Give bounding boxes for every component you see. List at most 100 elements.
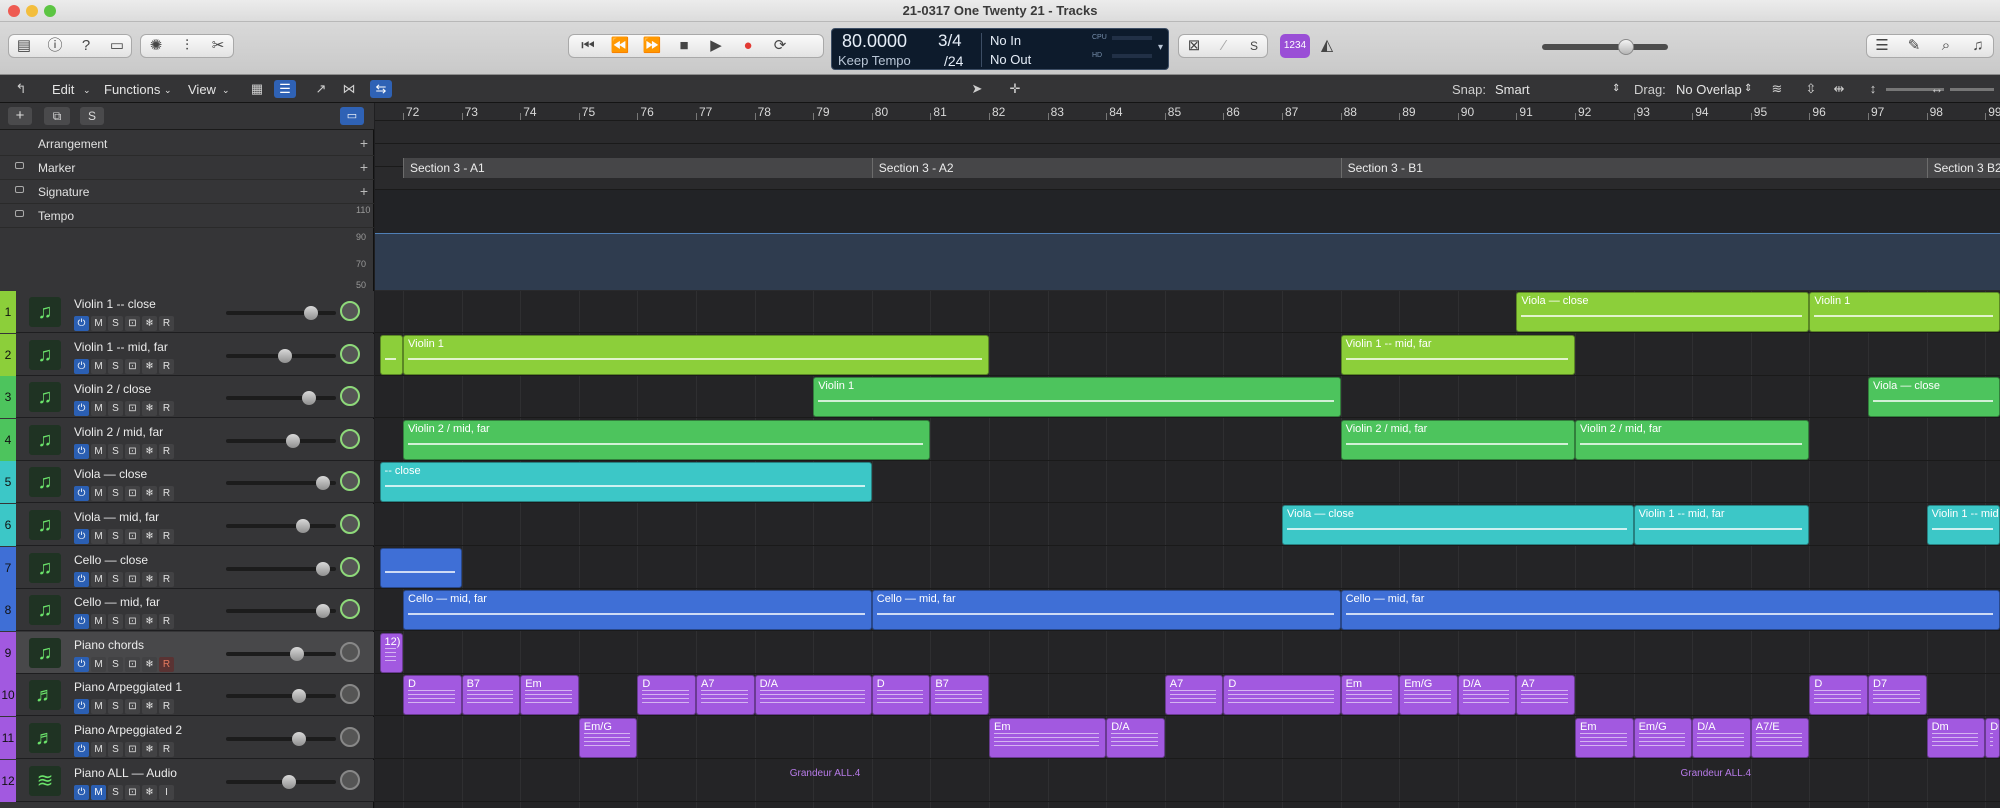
horizontal-zoom-slider[interactable]: [1950, 88, 1994, 91]
track-name[interactable]: Piano Arpeggiated 2: [74, 723, 182, 737]
freeze-icon[interactable]: ❄: [142, 571, 157, 587]
waveform-icon[interactable]: ≋: [29, 765, 61, 796]
duplicate-track-icon[interactable]: ⧉: [44, 107, 70, 125]
region[interactable]: [379, 547, 462, 588]
play-icon[interactable]: ▶: [701, 35, 731, 57]
region[interactable]: [379, 334, 403, 375]
solo-button[interactable]: S: [108, 784, 123, 800]
track-header[interactable]: 9 ♫ Piano chords ⏻ M S ⊡ ❄ R: [0, 631, 374, 674]
track-name[interactable]: Cello — mid, far: [74, 595, 160, 609]
lock-icon[interactable]: [15, 210, 24, 217]
freeze-icon[interactable]: ❄: [142, 401, 157, 417]
power-icon[interactable]: ⏻: [74, 614, 89, 630]
toolbar-icon[interactable]: ▭: [102, 35, 132, 57]
record-icon[interactable]: ●: [733, 35, 763, 57]
track-header[interactable]: 1 ♫ Violin 1 -- close ⏻ M S ⊡ ❄ R: [0, 291, 374, 333]
power-icon[interactable]: ⏻: [74, 699, 89, 715]
volume-knob[interactable]: [296, 519, 310, 533]
volume-slider[interactable]: [226, 433, 336, 448]
global-tracks-toggle-icon[interactable]: ▭: [340, 107, 364, 125]
power-icon[interactable]: ⏻: [74, 571, 89, 587]
vertical-zoom-icon[interactable]: ↕: [1862, 80, 1884, 98]
lock-icon[interactable]: ⊡: [125, 784, 140, 800]
solo-button[interactable]: S: [108, 699, 123, 715]
functions-menu-chevron-icon[interactable]: ⌄: [164, 85, 172, 96]
marker-region[interactable]: Section 3 - A1: [403, 158, 872, 178]
mute-button[interactable]: M: [91, 443, 106, 459]
power-icon[interactable]: ⏻: [74, 443, 89, 459]
track-header[interactable]: 6 ♫ Viola — mid, far ⏻ M S ⊡ ❄ R: [0, 504, 374, 546]
rewind-icon[interactable]: ⏪: [605, 35, 635, 57]
drag-chevron-icon[interactable]: ⇕: [1744, 83, 1752, 94]
smart-controls-icon[interactable]: ✺: [141, 35, 171, 57]
track-header[interactable]: 12 ≋ Piano ALL — Audio ⏻ M S ⊡ ❄ I: [0, 759, 374, 802]
lcd-signature[interactable]: 3/4: [938, 31, 962, 51]
music-note-icon[interactable]: ♫: [29, 510, 61, 540]
close-window-button[interactable]: [8, 5, 20, 17]
region[interactable]: D: [1223, 675, 1341, 716]
region[interactable]: Em: [989, 718, 1107, 758]
global-track-signature[interactable]: Signature +: [0, 181, 374, 204]
pan-knob[interactable]: [340, 301, 360, 321]
record-enable-button[interactable]: R: [159, 614, 174, 630]
freeze-icon[interactable]: ❄: [142, 316, 157, 331]
lock-icon[interactable]: ⊡: [125, 742, 140, 757]
search-icon[interactable]: ⌕: [1931, 35, 1961, 57]
track-header[interactable]: 2 ♫ Violin 1 -- mid, far ⏻ M S ⊡ ❄ R: [0, 333, 374, 376]
pan-knob[interactable]: [340, 684, 360, 705]
solo-button[interactable]: S: [108, 401, 123, 417]
region[interactable]: D/A: [1457, 675, 1517, 716]
record-enable-button[interactable]: R: [159, 316, 174, 331]
pan-knob[interactable]: [340, 727, 360, 747]
freeze-icon[interactable]: ❄: [142, 486, 157, 502]
music-note-icon[interactable]: ♫: [29, 382, 61, 413]
lock-icon[interactable]: ⊡: [125, 656, 140, 672]
record-enable-button[interactable]: R: [159, 401, 174, 417]
mute-button[interactable]: M: [91, 316, 106, 331]
waveform-zoom-icon[interactable]: ≋: [1766, 80, 1788, 98]
quick-help-icon[interactable]: ?: [71, 35, 101, 57]
pan-knob[interactable]: [340, 471, 360, 492]
lcd-display[interactable]: 80.0000 Keep Tempo 3/4 /24 No In No Out …: [831, 28, 1169, 70]
record-enable-button[interactable]: R: [159, 486, 174, 502]
mute-button[interactable]: M: [91, 571, 106, 587]
add-track-icon[interactable]: +: [8, 107, 32, 125]
stop-icon[interactable]: ■: [669, 35, 699, 57]
region[interactable]: Violin 2 / mid, far: [403, 419, 931, 460]
horizontal-zoom-icon[interactable]: ↔: [1926, 80, 1948, 98]
track-lane[interactable]: [375, 760, 2000, 802]
region[interactable]: D: [637, 675, 696, 716]
region[interactable]: A7: [696, 675, 755, 716]
track-header[interactable]: 11 ♬ Piano Arpeggiated 2 ⏻ M S ⊡ ❄ R: [0, 717, 374, 759]
freeze-icon[interactable]: ❄: [142, 358, 157, 374]
lock-icon[interactable]: ⊡: [125, 486, 140, 502]
mute-button[interactable]: M: [91, 358, 106, 374]
volume-slider[interactable]: [226, 774, 336, 789]
track-lane[interactable]: [375, 632, 2000, 674]
track-name[interactable]: Viola — close: [74, 467, 147, 481]
volume-slider[interactable]: [226, 732, 336, 746]
region[interactable]: A7: [1164, 675, 1224, 716]
note-pad-icon[interactable]: ✎: [1899, 35, 1929, 57]
lcd-dropdown-icon[interactable]: ▾: [1158, 42, 1163, 53]
region[interactable]: Em/G: [578, 718, 638, 758]
music-note-icon[interactable]: ♫: [29, 424, 61, 455]
mute-button[interactable]: M: [91, 656, 106, 672]
track-name[interactable]: Piano ALL — Audio: [74, 766, 177, 780]
power-icon[interactable]: ⏻: [74, 529, 89, 544]
power-icon[interactable]: ⏻: [74, 742, 89, 757]
record-enable-button[interactable]: R: [159, 742, 174, 757]
edit-menu-chevron-icon[interactable]: ⌄: [83, 85, 91, 96]
freeze-icon[interactable]: ❄: [142, 614, 157, 630]
browsers-icon[interactable]: ♫: [1963, 35, 1993, 57]
region[interactable]: D: [1809, 675, 1868, 716]
lcd-division[interactable]: /24: [944, 53, 963, 69]
lock-icon[interactable]: [15, 186, 24, 193]
list-editors-icon[interactable]: ☰: [1867, 35, 1897, 57]
mute-button[interactable]: M: [91, 699, 106, 715]
library-icon[interactable]: ▤: [9, 35, 39, 57]
volume-slider[interactable]: [226, 604, 336, 619]
edit-menu[interactable]: Edit: [52, 82, 74, 97]
add-global-item-icon[interactable]: +: [360, 135, 368, 151]
marker-region[interactable]: Section 3 B2: [1926, 158, 2000, 178]
